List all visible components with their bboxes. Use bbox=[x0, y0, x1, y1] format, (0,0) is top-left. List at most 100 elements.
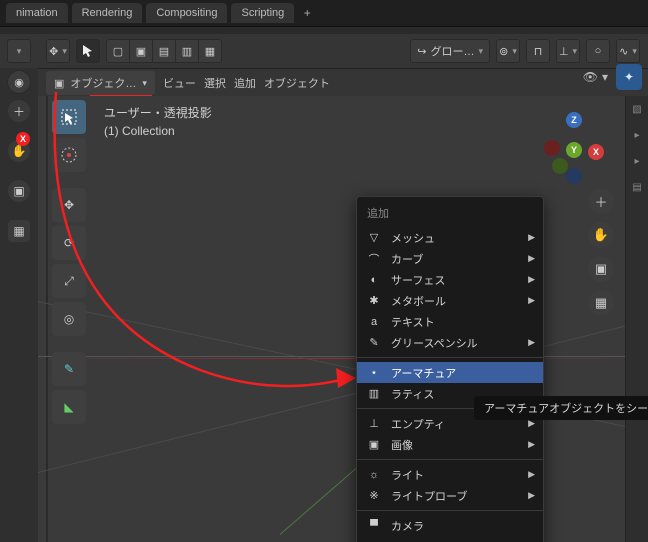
cursor-tool-button[interactable]: ✥ ▾ bbox=[46, 39, 70, 63]
select-mode-3[interactable]: ▤ bbox=[152, 39, 175, 63]
submenu-arrow-icon: ▶ bbox=[528, 253, 535, 264]
tool-select-box[interactable] bbox=[52, 100, 86, 134]
proportional-mode-dropdown[interactable]: ∿▾ bbox=[616, 39, 640, 63]
snap-mode-dropdown[interactable]: ⊥▾ bbox=[556, 39, 580, 63]
gizmo-toggle-button[interactable]: ✦ bbox=[616, 64, 642, 90]
tab-scripting[interactable]: Scripting bbox=[231, 3, 294, 23]
grid-icon: ▦ bbox=[13, 224, 24, 238]
tool-annotate[interactable]: ✎ bbox=[52, 352, 86, 386]
top-toolbar: ▾ ✥ ▾ ▢ ▣ ▤ ▥ ▦ ↪ グロー… ▾ ⊚▾ ⊓ ⊥▾ bbox=[0, 34, 648, 68]
caret-down-icon: ▾ bbox=[573, 46, 578, 57]
menu-item-grease-pencil[interactable]: ✎ グリースペンシル ▶ bbox=[357, 332, 543, 353]
chevron-right-icon[interactable]: ▸ bbox=[630, 156, 644, 170]
properties-icon[interactable]: ▤ bbox=[630, 182, 644, 196]
camera-icon: ▣ bbox=[13, 184, 24, 198]
select-tool-button[interactable] bbox=[76, 39, 100, 63]
menu-item-label: メッシュ bbox=[391, 230, 435, 246]
gizmo-x-axis[interactable]: X bbox=[588, 144, 604, 160]
camera-button[interactable]: ▣ bbox=[8, 180, 30, 202]
navigation-gizmo[interactable]: Z Y X bbox=[544, 112, 604, 172]
tooltip: アーマチュアオブジェクトをシー bbox=[474, 396, 648, 420]
tab-animation[interactable]: nimation bbox=[6, 3, 68, 23]
select-mode-2[interactable]: ▣ bbox=[129, 39, 152, 63]
menu-object[interactable]: オブジェクト bbox=[264, 75, 330, 91]
metaball-icon: ✱ bbox=[367, 294, 381, 307]
tab-compositing[interactable]: Compositing bbox=[146, 3, 227, 23]
tool-transform[interactable]: ◎ bbox=[52, 302, 86, 336]
zoom-in-button[interactable]: ＋ bbox=[8, 100, 30, 122]
dashed-box-icon[interactable]: ▧ bbox=[630, 104, 644, 118]
menu-item-mesh[interactable]: ▽ メッシュ ▶ bbox=[357, 227, 543, 248]
select-mode-5[interactable]: ▦ bbox=[198, 39, 222, 63]
light-probe-icon: ※ bbox=[367, 489, 381, 502]
pivot-dropdown[interactable]: ⊚▾ bbox=[496, 39, 520, 63]
hand-icon: ✋ bbox=[593, 227, 609, 243]
gizmo-z-axis[interactable]: Z bbox=[566, 112, 582, 128]
overlay-line1: ユーザー・透視投影 bbox=[104, 104, 212, 122]
proportional-edit-toggle[interactable]: ○ bbox=[586, 39, 610, 63]
overlay-visibility-dropdown[interactable]: 👁 ▾ bbox=[583, 70, 608, 84]
mode-dropdown[interactable]: ▣ オブジェク… ▾ bbox=[46, 71, 155, 95]
menu-item-surface[interactable]: ◐ サーフェス ▶ bbox=[357, 269, 543, 290]
menu-item-light-probe[interactable]: ※ ライトプローブ ▶ bbox=[357, 485, 543, 506]
camera-view-button[interactable]: ▣ bbox=[588, 256, 614, 282]
gizmo-y-axis[interactable]: Y bbox=[566, 142, 582, 158]
gizmo-x-neg[interactable] bbox=[544, 140, 560, 156]
pointer-box-icon bbox=[60, 108, 78, 126]
viewport-header-row: ◉ ▣ オブジェク… ▾ ビュー 選択 追加 オブジェクト bbox=[0, 68, 648, 96]
menu-item-light[interactable]: ☼ ライト ▶ bbox=[357, 464, 543, 485]
eye-icon: 👁 bbox=[583, 70, 598, 84]
caret-down-icon: ▾ bbox=[602, 70, 608, 84]
snap-mode-icon: ⊥ bbox=[559, 45, 569, 58]
menu-item-curve[interactable]: ⌒ カーブ ▶ bbox=[357, 248, 543, 269]
scene-dropdown[interactable]: ▾ bbox=[7, 39, 31, 63]
add-tab-button[interactable]: + bbox=[298, 4, 316, 22]
gizmo-y-neg[interactable] bbox=[552, 158, 568, 174]
orientation-dropdown[interactable]: ↪ グロー… ▾ bbox=[410, 39, 490, 63]
overlap2-icon: ▤ bbox=[159, 45, 169, 58]
menu-item-label: テキスト bbox=[391, 314, 435, 330]
ruler-icon: ◣ bbox=[64, 400, 73, 414]
zoom-button[interactable]: ＋ bbox=[588, 188, 614, 214]
pan-view-button[interactable]: ✋ bbox=[588, 222, 614, 248]
menu-item-metaball[interactable]: ✱ メタボール ▶ bbox=[357, 290, 543, 311]
record-button[interactable]: ◉ bbox=[7, 70, 31, 94]
menu-item-label: スピーカー bbox=[391, 539, 446, 542]
workspace-tabs: nimation Rendering Compositing Scripting… bbox=[0, 0, 648, 27]
caret-down-icon: ▾ bbox=[62, 46, 67, 57]
tool-measure[interactable]: ◣ bbox=[52, 390, 86, 424]
scale-icon: ⤢ bbox=[64, 274, 74, 289]
select-box-button[interactable]: ▢ bbox=[106, 39, 129, 63]
select-mode-4[interactable]: ▥ bbox=[175, 39, 198, 63]
grid-toggle-button[interactable]: ▦ bbox=[8, 220, 30, 242]
viewport-header: ▣ オブジェク… ▾ ビュー 選択 追加 オブジェクト bbox=[38, 68, 648, 98]
overlay-line2: (1) Collection bbox=[104, 122, 212, 140]
overlap-icon: ▣ bbox=[136, 45, 146, 58]
menu-item-image[interactable]: ▣ 画像 ▶ bbox=[357, 434, 543, 455]
menu-add[interactable]: 追加 bbox=[234, 75, 256, 91]
tool-scale[interactable]: ⤢ bbox=[52, 264, 86, 298]
image-icon: ▣ bbox=[367, 438, 381, 451]
menu-item-label: 画像 bbox=[391, 437, 413, 453]
menu-item-label: ラティス bbox=[391, 386, 434, 402]
tab-rendering[interactable]: Rendering bbox=[72, 3, 143, 23]
menu-select[interactable]: 選択 bbox=[204, 75, 226, 91]
caret-down-icon: ▾ bbox=[512, 46, 517, 57]
tool-cursor[interactable] bbox=[52, 138, 86, 172]
menu-item-text[interactable]: a テキスト bbox=[357, 311, 543, 332]
3d-viewport[interactable]: ユーザー・透視投影 (1) Collection ✥ ⟳ ⤢ ◎ ✎ ◣ Z Y… bbox=[38, 96, 648, 542]
perspective-toggle-button[interactable]: ▦ bbox=[588, 290, 614, 316]
menu-item-armature[interactable]: ⋆ アーマチュア bbox=[357, 362, 543, 383]
tool-rotate[interactable]: ⟳ bbox=[52, 226, 86, 260]
tool-move[interactable]: ✥ bbox=[52, 188, 86, 222]
menu-separator bbox=[357, 357, 543, 358]
snap-toggle[interactable]: ⊓ bbox=[526, 39, 550, 63]
menu-item-label: アーマチュア bbox=[391, 365, 456, 381]
submenu-arrow-icon: ▶ bbox=[528, 337, 535, 348]
gizmo-z-neg[interactable] bbox=[566, 168, 582, 184]
menu-item-camera[interactable]: ▀ カメラ bbox=[357, 515, 543, 536]
chevron-right-icon[interactable]: ▸ bbox=[630, 130, 644, 144]
menu-item-speaker[interactable]: ♪ スピーカー bbox=[357, 536, 543, 542]
left-col-top: ▾ bbox=[0, 34, 38, 68]
menu-view[interactable]: ビュー bbox=[163, 75, 196, 91]
